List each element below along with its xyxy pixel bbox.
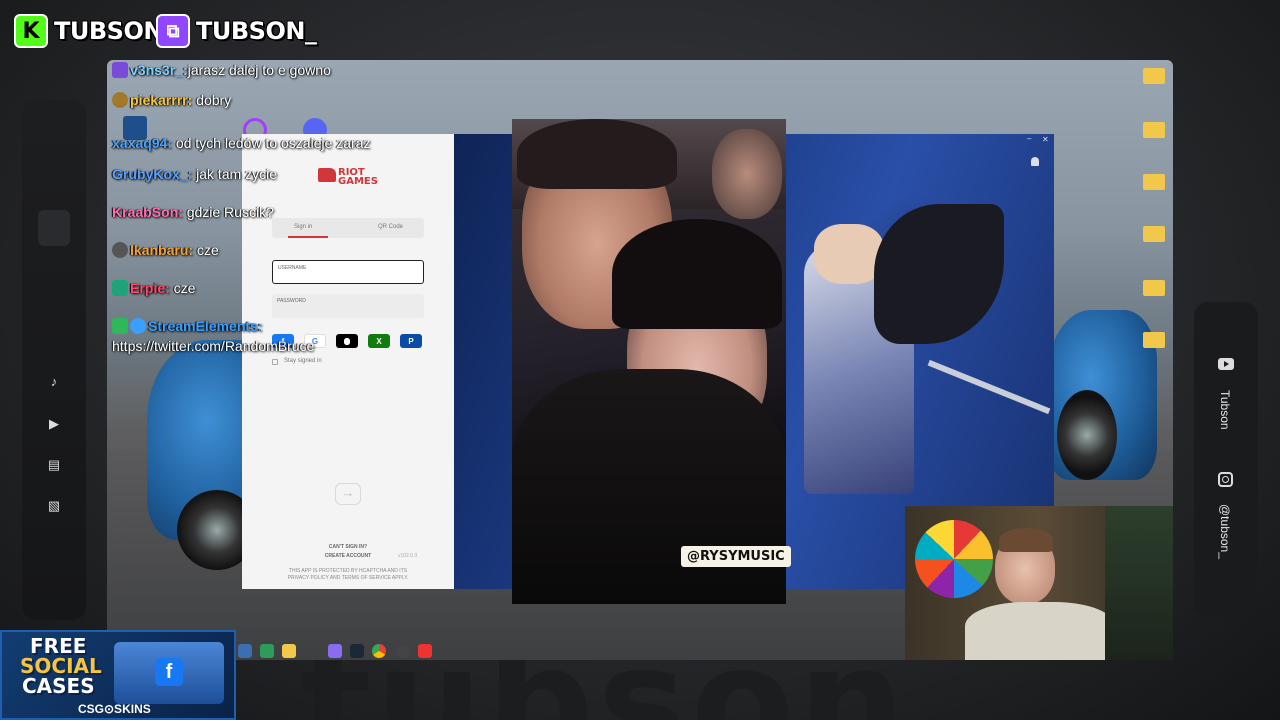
bot-badge-icon [130,318,146,334]
image-icon[interactable]: ▧ [46,498,62,514]
chat-text: od tych ledów to oszaleje zaraz [175,135,371,151]
taskbar-app-icon[interactable] [238,644,252,658]
chat-message: Ikanbaru: cze [112,241,382,259]
youtube-icon[interactable] [1218,358,1234,370]
chat-text: jarasz dalej to e gowno [187,62,331,78]
rail-logo [38,210,70,246]
instagram-icon[interactable] [1218,472,1233,487]
streamer-shirt [965,602,1115,660]
chat-username: v3ns3r_: [130,62,188,78]
taskbar-folder-icon[interactable] [282,644,296,658]
chat-message: Erpie: cze [112,279,382,297]
webcam-background [1105,506,1173,660]
desktop-folder-icon[interactable] [1143,226,1165,242]
clothing [512,369,786,604]
ad-line2: SOCIAL [20,654,102,678]
chat-message: StreamElements: [112,317,382,335]
chat-message: piekarrrr: dobry [112,91,382,109]
obs-icon[interactable] [396,644,410,658]
taskbar-app-icon[interactable] [328,644,342,658]
chat-text: cze [196,242,219,258]
ad-brand: CSG⊙SKINS [78,702,151,716]
account-icon[interactable] [1031,157,1039,166]
instagram-handle: @tubson_ [1218,504,1232,559]
stay-signed-in-checkbox[interactable] [272,359,278,365]
chat-username: piekarrrr: [130,92,193,108]
video-icon[interactable]: ▶ [46,416,62,432]
chat-message: xaxaq94: od tych ledów to oszaleje zaraz [112,131,382,155]
chat-badge-icon [112,280,128,296]
version-label: v102.0.3 [398,553,418,559]
desktop-folder-icon[interactable] [1143,332,1165,348]
chat-overlay: v3ns3r_:jarasz dalej to e gowno piekarrr… [112,61,382,355]
captcha-notice-line2: PRIVACY POLICY AND TERMS OF SERVICE APPL… [287,575,409,581]
calendar-icon[interactable]: ▤ [46,457,62,473]
music-tag: @RYSYMUSIC [681,546,791,567]
chat-badge-icon [112,92,128,108]
riot-minimize-button[interactable]: – [1027,134,1031,143]
stay-signed-in-label: Stay signed in [284,358,322,364]
chat-username: Ikanbaru: [130,242,194,258]
ad-line1: FREE [30,634,87,658]
captcha-notice-line1: THIS APP IS PROTECTED BY HCAPTCHA AND IT… [288,568,408,574]
twitch-icon: ⧉ [156,14,190,48]
submit-arrow-button[interactable]: → [335,483,361,505]
chat-username: StreamElements: [148,318,263,334]
riot-close-button[interactable]: ✕ [1042,135,1049,144]
prize-wheel [915,520,993,598]
chat-text: cze [173,280,196,296]
chat-badge-icon [112,242,128,258]
youtube-handle: Tubson [1218,390,1232,430]
case-image: f [114,642,224,704]
chrome-icon[interactable] [372,644,386,658]
background-person [712,129,782,219]
riot-client-taskbar-icon[interactable] [418,644,432,658]
sponsor-ad[interactable]: FREE SOCIAL CASES f CSG⊙SKINS [0,630,236,720]
moderator-badge-icon [112,318,128,334]
champion-hair [874,204,1004,344]
steam-icon[interactable] [350,644,364,658]
chat-badge-icon [112,62,128,78]
chat-username: GrubyKox_: [112,166,193,182]
champion-sword [927,359,1051,415]
ad-line3: CASES [22,674,95,698]
left-sidebar: ♪ ▶ ▤ ▧ [22,100,86,620]
playstation-login-button[interactable]: P [400,334,422,348]
chat-message: GrubyKox_: jak tam zycie [112,165,382,183]
twitch-badge: ⧉ TUBSON_ [156,12,317,50]
desktop-folder-icon[interactable] [1143,174,1165,190]
create-account-link[interactable]: CREATE ACCOUNT [242,553,454,559]
cant-sign-in-link[interactable]: CAN'T SIGN IN? [242,544,454,550]
facebook-icon: f [155,658,183,686]
chat-message: KraabSon: gdzie Ruscik? [112,203,382,221]
chat-text: jak tam zycie [196,166,277,182]
chat-username: Erpie: [130,280,170,296]
right-sidebar: Tubson @tubson_ [1194,302,1258,618]
kick-icon: K [14,14,48,48]
music-icon[interactable]: ♪ [46,374,62,390]
chat-text: dobry [196,92,232,108]
desktop-folder-icon[interactable] [1143,122,1165,138]
desktop-folder-icon[interactable] [1143,280,1165,296]
taskbar-app-icon[interactable] [260,644,274,658]
desktop-folder-icon[interactable] [1143,68,1165,84]
chat-link[interactable]: https://twitter.com/RandomBruce [112,337,382,355]
chat-text: gdzie Ruscik? [186,204,274,220]
kick-badge: K TUBSON [14,12,163,50]
webcam-feed [905,506,1173,660]
phone-video-overlay [512,119,786,604]
chat-username: KraabSon: [112,204,183,220]
wallpaper-wheel-right [1057,390,1117,480]
person-hair-2 [612,219,782,329]
person-hair [517,119,677,189]
twitch-handle: TUBSON_ [196,17,317,45]
chat-username: xaxaq94: [112,135,172,151]
kick-handle: TUBSON [54,17,163,45]
streamer-hair [999,528,1053,552]
chat-message: v3ns3r_:jarasz dalej to e gowno [112,61,382,79]
